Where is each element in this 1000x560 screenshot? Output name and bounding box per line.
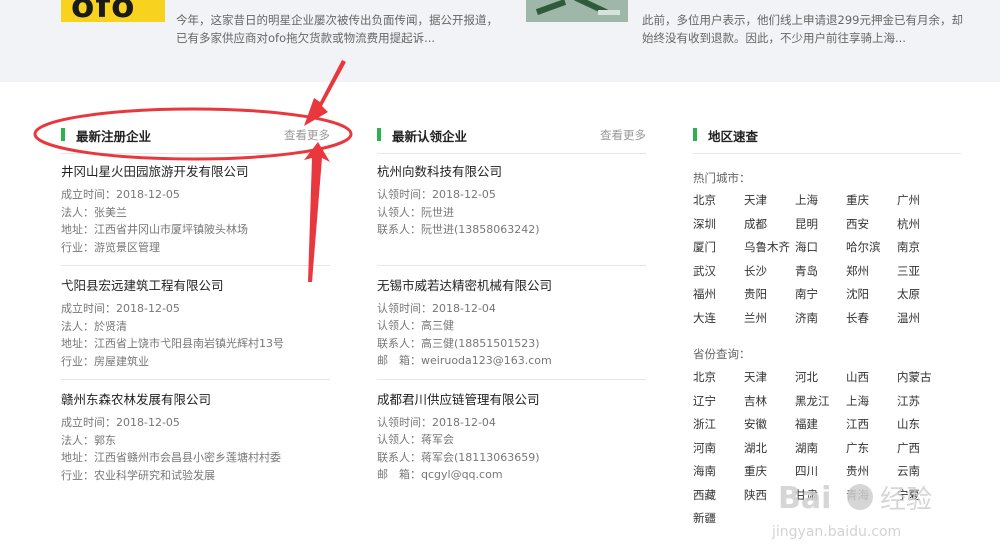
region-link[interactable]: 江苏 [897,390,948,414]
company-item[interactable]: 井冈山星火田园旅游开发有限公司 成立时间：2018-12-05 法人：张美兰 地… [61,163,330,266]
region-link[interactable]: 上海 [846,390,897,414]
region-link[interactable]: 广州 [897,189,948,213]
region-link[interactable]: 温州 [897,307,948,331]
region-link[interactable]: 厦门 [693,236,744,260]
region-link[interactable]: 海南 [693,460,744,484]
svg-text:经验: 经验 [880,485,932,515]
region-link[interactable]: 山东 [897,413,948,437]
region-link[interactable]: 广西 [897,437,948,461]
region-link[interactable]: 长沙 [744,260,795,284]
region-link[interactable]: 三亚 [897,260,948,284]
news-strip: ofo 今年，这家昔日的明星企业屡次被传出负面传闻，据公开报道， 已有多家供应商… [0,0,1000,82]
company-name[interactable]: 杭州向数科技有限公司 [377,163,646,181]
region-link[interactable]: 太原 [897,283,948,307]
region-link[interactable]: 吉林 [744,390,795,414]
region-link[interactable]: 大连 [693,307,744,331]
baidu-jingyan-watermark: Bai 经验 jingyan.baidu.com [771,481,932,540]
accent-bar [693,128,697,141]
company-item[interactable]: 弋阳县宏远建筑工程有限公司 成立时间：2018-12-05 法人：於贤清 地址：… [61,277,330,380]
region-link[interactable]: 安徽 [744,413,795,437]
news-thumbnail-bikes[interactable] [526,0,628,22]
panel-header: 最新注册企业 查看更多 [61,124,330,154]
region-link[interactable]: 南宁 [795,283,846,307]
ofo-logo: ofo [71,0,136,22]
region-link[interactable]: 昆明 [795,213,846,237]
region-link[interactable]: 辽宁 [693,390,744,414]
company-item[interactable]: 杭州向数科技有限公司 认领时间：2018-12-05 认领人：阮世进 联系人：阮… [377,163,646,266]
view-more-link[interactable]: 查看更多 [600,127,646,143]
region-link[interactable]: 浙江 [693,413,744,437]
region-link[interactable]: 兰州 [744,307,795,331]
region-link[interactable]: 深圳 [693,213,744,237]
region-link[interactable]: 贵阳 [744,283,795,307]
region-search-panel: 地区速查 [693,124,961,154]
region-link[interactable]: 青岛 [795,260,846,284]
company-item[interactable]: 成都君川供应链管理有限公司 认领时间：2018-12-04 认领人：蒋军会 联系… [377,391,646,493]
region-link[interactable]: 上海 [795,189,846,213]
region-link[interactable]: 济南 [795,307,846,331]
province-label: 省份查询： [693,347,751,361]
region-link[interactable]: 天津 [744,189,795,213]
view-more-link[interactable]: 查看更多 [284,127,330,143]
certified-companies-panel: 最新认领企业 查看更多 杭州向数科技有限公司 认领时间：2018-12-05 认… [377,124,646,493]
region-link[interactable]: 河北 [795,366,846,390]
region-link[interactable]: 山西 [846,366,897,390]
panel-title: 最新注册企业 [76,129,152,144]
news-thumbnail-ofo[interactable]: ofo [61,0,165,22]
region-link[interactable]: 武汉 [693,260,744,284]
region-link[interactable]: 广东 [846,437,897,461]
company-name[interactable]: 井冈山星火田园旅游开发有限公司 [61,163,330,181]
region-link[interactable]: 福建 [795,413,846,437]
region-link[interactable]: 黑龙江 [795,390,846,414]
region-link[interactable]: 沈阳 [846,283,897,307]
region-link[interactable]: 南京 [897,236,948,260]
region-link[interactable]: 北京 [693,189,744,213]
registered-companies-panel: 最新注册企业 查看更多 井冈山星火田园旅游开发有限公司 成立时间：2018-12… [61,124,330,493]
region-link[interactable]: 湖南 [795,437,846,461]
panel-header: 最新认领企业 查看更多 [377,124,646,154]
hot-cities-grid: 北京 天津 上海 重庆 广州深圳 成都 昆明 西安 杭州厦门 乌鲁木齐 海口 哈尔滨 南京武汉 长沙 青岛郑… [693,189,948,330]
region-link[interactable]: 内蒙古 [897,366,948,390]
company-name[interactable]: 成都君川供应链管理有限公司 [377,391,646,409]
company-item[interactable]: 无锡市威若达精密机械有限公司 认领时间：2018-12-04 认领人：高三健 联… [377,277,646,380]
company-name[interactable]: 弋阳县宏远建筑工程有限公司 [61,277,330,295]
region-link[interactable]: 成都 [744,213,795,237]
company-item[interactable]: 赣州东森农林发展有限公司 成立时间：2018-12-05 法人：郭东 地址：江西… [61,391,330,493]
region-link[interactable]: 江西 [846,413,897,437]
region-link[interactable]: 长春 [846,307,897,331]
accent-bar [61,128,65,141]
region-link[interactable]: 哈尔滨 [846,236,897,260]
svg-text:Bai: Bai [778,481,831,516]
news-summary-2[interactable]: 此前，多位用户表示，他们线上申请退299元押金已有月余，却 始终没有收到退款。因… [642,11,982,47]
region-link[interactable]: 河南 [693,437,744,461]
region-link[interactable]: 西藏 [693,484,744,508]
accent-bar [377,128,381,141]
region-link[interactable]: 湖北 [744,437,795,461]
hot-cities-label: 热门城市： [693,171,751,185]
region-link[interactable]: 天津 [744,366,795,390]
company-name[interactable]: 无锡市威若达精密机械有限公司 [377,277,646,295]
panel-header: 地区速查 [693,124,961,154]
svg-text:jingyan.baidu.com: jingyan.baidu.com [771,524,901,540]
region-link[interactable]: 北京 [693,366,744,390]
region-link[interactable]: 乌鲁木齐 [744,236,795,260]
panel-title: 最新认领企业 [392,129,468,144]
news-summary-1[interactable]: 今年，这家昔日的明星企业屡次被传出负面传闻，据公开报道， 已有多家供应商对ofo… [176,11,516,47]
region-link[interactable]: 海口 [795,236,846,260]
panel-title: 地区速查 [708,129,759,144]
region-link[interactable]: 重庆 [846,189,897,213]
region-link[interactable]: 福州 [693,283,744,307]
region-link[interactable]: 杭州 [897,213,948,237]
company-name[interactable]: 赣州东森农林发展有限公司 [61,391,330,409]
region-link[interactable]: 郑州 [846,260,897,284]
region-link[interactable]: 新疆 [693,507,744,531]
region-link[interactable]: 西安 [846,213,897,237]
